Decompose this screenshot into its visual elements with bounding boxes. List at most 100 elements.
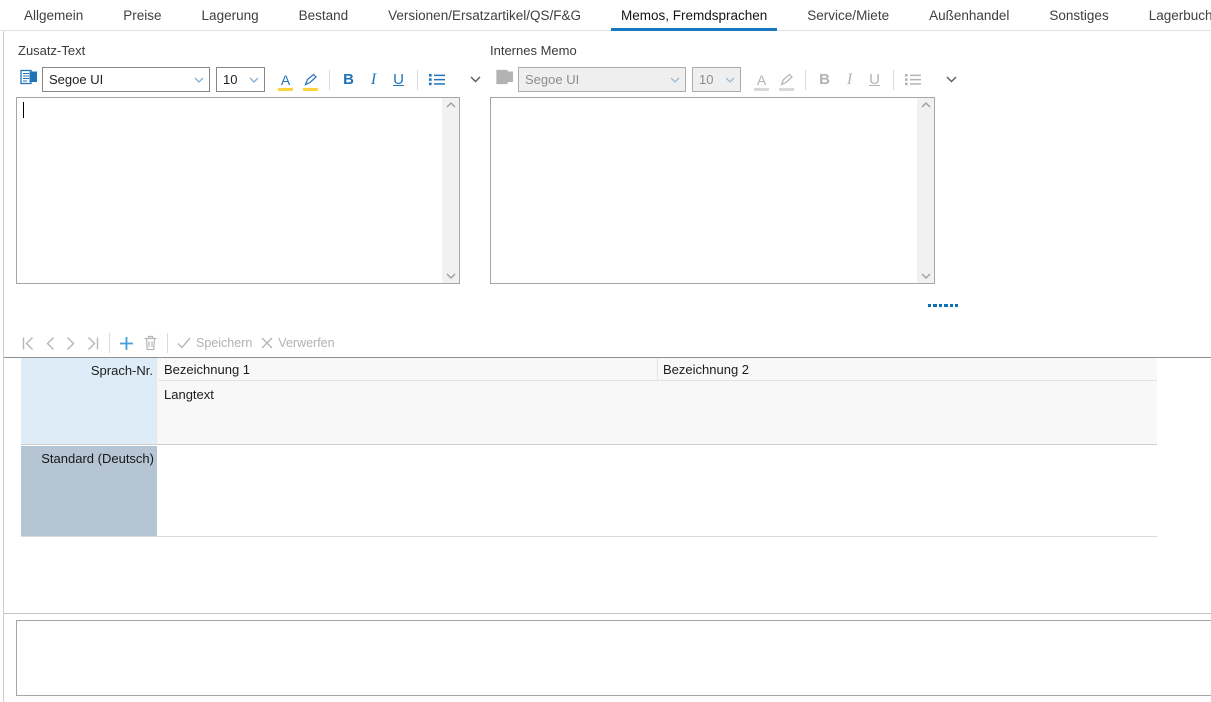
scroll-up-icon[interactable] [921,102,931,108]
chevron-down-icon [946,76,957,83]
tab-aussenhandel[interactable]: Außenhandel [927,0,1011,31]
tab-versionen-ersatzartikel[interactable]: Versionen/Ersatzartikel/QS/F&G [386,0,583,31]
text-modules-icon[interactable] [20,69,38,91]
underline-button-disabled: U [864,69,885,91]
bold-button-disabled: B [814,69,835,91]
toolbar-separator [109,333,110,353]
grid-row-standard-deutsch[interactable]: Standard (Deutsch) [21,446,1157,537]
save-button[interactable]: Speichern [177,336,252,350]
grid-header-row: Bezeichnung 1 Bezeichnung 2 [158,358,1157,381]
font-size-value: 10 [223,72,237,87]
first-record-button[interactable] [21,336,36,351]
splitter-grip[interactable] [928,304,958,307]
panel-left-border [3,31,4,702]
tab-lagerbuchfuehrung[interactable]: Lagerbuchführung [1147,0,1211,31]
zusatz-text-editor[interactable] [16,97,460,284]
bold-button[interactable]: B [338,69,359,91]
chevron-down-icon [194,77,204,83]
highlight-color-button-disabled [776,69,797,91]
toolbar-more-button[interactable] [941,69,962,91]
last-record-button[interactable] [85,336,100,351]
internes-memo-editor [490,97,935,284]
italic-icon: I [371,72,376,88]
column-header-bezeichnung1[interactable]: Bezeichnung 1 [158,358,657,380]
trash-icon [143,335,158,351]
tab-preise[interactable]: Preise [121,0,163,31]
last-record-icon [85,336,100,351]
first-record-icon [21,336,36,351]
bullet-list-icon [905,73,921,86]
toolbar-separator [167,333,168,353]
internes-memo-label: Internes Memo [490,43,577,58]
font-color-icon: A [281,73,290,87]
discard-button[interactable]: Verwerfen [261,336,334,350]
vertical-scrollbar[interactable] [917,98,934,283]
highlight-color-button[interactable] [300,69,321,91]
internes-memo-toolbar: Segoe UI 10 A B I [496,66,962,93]
column-header-bezeichnung2[interactable]: Bezeichnung 2 [657,358,1157,380]
text-caret [23,102,24,118]
zusatz-text-label: Zusatz-Text [18,43,85,58]
chevron-down-icon [249,77,259,83]
font-color-button-disabled: A [751,69,772,91]
highlighter-pen-icon [779,73,794,87]
tab-allgemein[interactable]: Allgemein [22,0,85,31]
underline-button[interactable]: U [388,69,409,91]
toolbar-more-button[interactable] [465,69,486,91]
chevron-down-icon [725,77,735,83]
next-record-button[interactable] [65,336,76,351]
font-color-icon: A [757,73,766,87]
text-modules-icon [496,69,514,91]
highlight-color-bar [779,88,794,91]
bullet-list-button-disabled [902,69,923,91]
scroll-up-icon[interactable] [446,102,456,108]
vertical-scrollbar[interactable] [442,98,459,283]
add-record-button[interactable] [119,336,134,351]
font-size-select-disabled: 10 [692,67,741,92]
chevron-down-icon [670,77,680,83]
italic-icon: I [847,72,852,88]
scroll-down-icon[interactable] [446,273,456,279]
row-header-sprach-nr[interactable]: Standard (Deutsch) [21,446,157,536]
font-color-bar [754,88,769,91]
plus-icon [119,336,134,351]
font-size-select[interactable]: 10 [216,67,265,92]
font-family-value: Segoe UI [525,72,579,87]
toolbar-separator [329,70,330,90]
italic-button[interactable]: I [363,69,384,91]
section-divider [4,613,1211,614]
font-color-button[interactable]: A [275,69,296,91]
discard-label: Verwerfen [278,336,334,350]
highlighter-pen-icon [303,73,318,87]
bullet-list-button[interactable] [426,69,447,91]
bold-icon: B [343,72,354,87]
langtext-edit-box[interactable] [16,620,1211,696]
tab-bar: Allgemein Preise Lagerung Bestand Versio… [0,0,1211,31]
column-header-langtext[interactable]: Langtext [164,387,214,402]
highlight-color-bar [303,88,318,91]
article-memos-page: Allgemein Preise Lagerung Bestand Versio… [0,0,1211,702]
previous-record-button[interactable] [45,336,56,351]
save-label: Speichern [196,336,252,350]
toolbar-separator [893,70,894,90]
scroll-down-icon[interactable] [921,273,931,279]
check-icon [177,337,191,349]
tab-memos-fremdsprachen[interactable]: Memos, Fremdsprachen [619,0,769,31]
tab-service-miete[interactable]: Service/Miete [805,0,891,31]
bold-icon: B [819,72,830,87]
toolbar-separator [417,70,418,90]
column-header-sprach-nr[interactable]: Sprach-Nr. [21,358,157,444]
tab-bestand[interactable]: Bestand [297,0,351,31]
font-family-value: Segoe UI [49,72,103,87]
chevron-right-icon [65,336,76,351]
record-toolbar: Speichern Verwerfen [21,331,335,355]
chevron-left-icon [45,336,56,351]
tab-lagerung[interactable]: Lagerung [200,0,261,31]
chevron-down-icon [470,76,481,83]
font-family-select[interactable]: Segoe UI [42,67,210,92]
underline-icon: U [393,72,404,87]
row-cells[interactable] [157,446,1157,536]
font-family-select-disabled: Segoe UI [518,67,686,92]
tab-sonstiges[interactable]: Sonstiges [1047,0,1110,31]
delete-record-button[interactable] [143,335,158,351]
